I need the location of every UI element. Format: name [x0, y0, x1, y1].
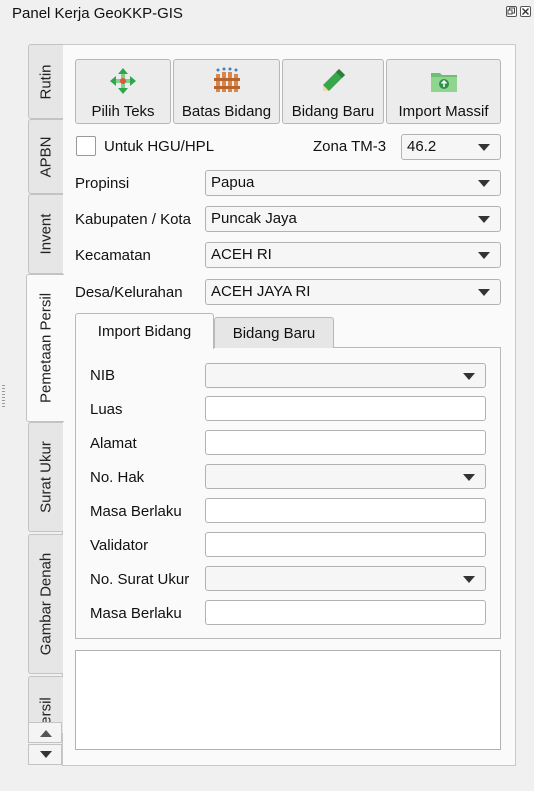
folder-import-icon	[430, 73, 457, 92]
masa-berlaku-2-input[interactable]	[205, 600, 486, 625]
nib-select[interactable]	[205, 363, 486, 388]
chevron-down-icon	[463, 576, 475, 583]
desa-value: ACEH JAYA RI	[211, 283, 311, 300]
zona-value: 46.2	[407, 138, 437, 155]
chevron-down-icon	[478, 252, 490, 259]
side-tab-label: Rutin	[37, 63, 55, 100]
close-icon[interactable]	[520, 6, 531, 17]
kabupaten-select[interactable]: Puncak Jaya	[205, 206, 501, 232]
move-arrows-icon	[110, 68, 136, 94]
luas-label: Luas	[90, 401, 123, 418]
bidang-baru-button[interactable]: Bidang Baru	[282, 59, 384, 124]
nib-label: NIB	[90, 367, 116, 384]
side-tab-pemetaan-persil[interactable]: Pemetaan Persil	[26, 274, 64, 422]
masa-berlaku-label: Masa Berlaku	[90, 503, 182, 520]
side-tab-label: Pemetaan Persil	[37, 292, 54, 404]
button-label: Import Massif	[398, 103, 489, 120]
tab-bidang-baru[interactable]: Bidang Baru	[214, 317, 334, 348]
log-textarea[interactable]	[75, 650, 501, 750]
propinsi-select[interactable]: Papua	[205, 170, 501, 196]
propinsi-label: Propinsi	[75, 175, 130, 192]
alamat-label: Alamat	[90, 435, 137, 452]
chevron-down-icon	[463, 373, 475, 380]
chevron-down-icon	[478, 144, 490, 151]
button-label: Batas Bidang	[181, 103, 272, 120]
no-hak-select[interactable]	[205, 464, 486, 489]
tab-scroll-up-button[interactable]	[28, 722, 62, 743]
chevron-down-icon	[478, 216, 490, 223]
zona-label: Zona TM-3	[313, 138, 387, 155]
chevron-down-icon	[478, 180, 490, 187]
panel-title: Panel Kerja GeoKKP-GIS	[12, 5, 183, 22]
masa-berlaku-2-label: Masa Berlaku	[90, 605, 182, 622]
desa-select[interactable]: ACEH JAYA RI	[205, 279, 501, 305]
side-tab-invent[interactable]: Invent	[28, 194, 63, 274]
chevron-down-icon	[40, 751, 52, 758]
import-massif-button[interactable]: Import Massif	[386, 59, 501, 124]
dock-resize-handle[interactable]	[2, 385, 5, 409]
kecamatan-select[interactable]: ACEH RI	[205, 242, 501, 268]
tab-scroll-down-button[interactable]	[28, 744, 62, 765]
side-tab-label: Gambar Denah	[37, 552, 55, 656]
side-tab-surat-ukur[interactable]: Surat Ukur	[28, 422, 63, 532]
chevron-up-icon	[40, 730, 52, 737]
desa-label: Desa/Kelurahan	[75, 284, 183, 301]
propinsi-value: Papua	[211, 174, 255, 191]
side-tab-label: ersil	[37, 696, 55, 725]
chevron-down-icon	[463, 474, 475, 481]
luas-input[interactable]	[205, 396, 486, 421]
float-icon[interactable]	[506, 6, 517, 17]
side-tab-label: Surat Ukur	[37, 441, 55, 513]
kecamatan-label: Kecamatan	[75, 247, 151, 264]
kabupaten-value: Puncak Jaya	[211, 210, 297, 227]
pencil-icon	[323, 69, 345, 91]
validator-input[interactable]	[205, 532, 486, 557]
alamat-input[interactable]	[205, 430, 486, 455]
masa-berlaku-input[interactable]	[205, 498, 486, 523]
kabupaten-label: Kabupaten / Kota	[75, 211, 191, 228]
side-tab-label: Invent	[37, 213, 55, 255]
import-bidang-panel	[75, 347, 501, 639]
button-label: Pilih Teks	[91, 103, 155, 120]
side-tab-apbn[interactable]: APBN	[28, 119, 63, 194]
kecamatan-value: ACEH RI	[211, 246, 272, 263]
side-tab-gambar-denah[interactable]: Gambar Denah	[28, 534, 63, 674]
batas-bidang-button[interactable]: Batas Bidang	[173, 59, 280, 124]
title-bar: Panel Kerja GeoKKP-GIS	[0, 0, 534, 28]
tab-label: Import Bidang	[97, 323, 192, 340]
tab-import-bidang[interactable]: Import Bidang	[75, 313, 214, 349]
side-tab-rutin[interactable]: Rutin	[28, 44, 63, 119]
hgu-checkbox-label: Untuk HGU/HPL	[104, 138, 215, 155]
fence-icon	[213, 67, 240, 92]
no-surat-ukur-label: No. Surat Ukur	[90, 571, 190, 588]
chevron-down-icon	[478, 289, 490, 296]
button-label: Bidang Baru	[291, 103, 375, 120]
side-tab-label: APBN	[37, 136, 55, 177]
pilih-teks-button[interactable]: Pilih Teks	[75, 59, 171, 124]
tab-label: Bidang Baru	[232, 325, 316, 342]
no-surat-ukur-select[interactable]	[205, 566, 486, 591]
validator-label: Validator	[90, 537, 149, 554]
no-hak-label: No. Hak	[90, 469, 145, 486]
zona-select[interactable]: 46.2	[401, 134, 501, 160]
hgu-checkbox[interactable]	[76, 136, 96, 156]
